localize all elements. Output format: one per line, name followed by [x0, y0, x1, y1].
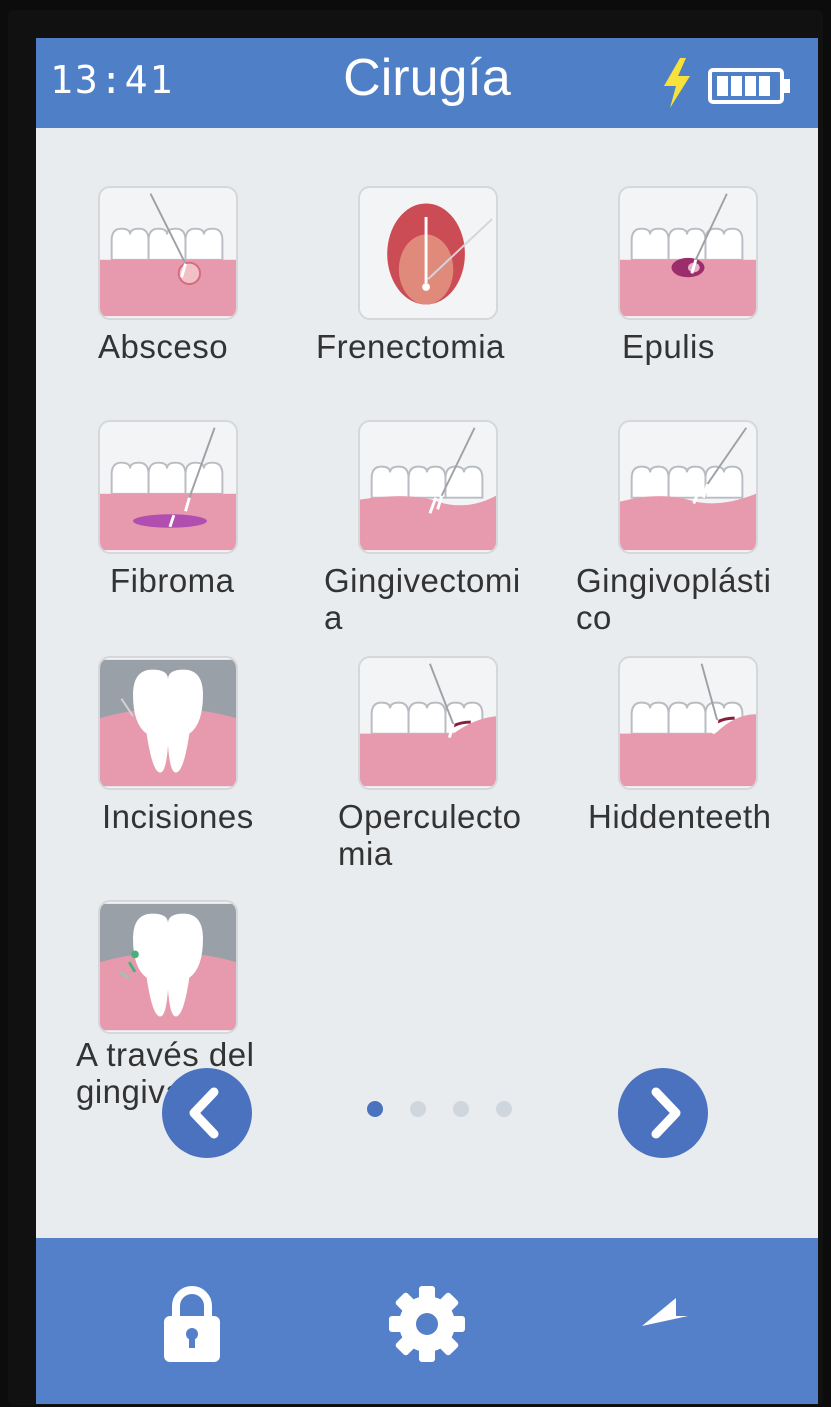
- gingivoplasty-icon: [620, 427, 756, 551]
- procedure-label[interactable]: Epulis: [622, 328, 715, 365]
- procedure-label[interactable]: Gingivectomi a: [324, 562, 521, 636]
- abscess-icon: [100, 193, 236, 317]
- incision-icon: [100, 659, 236, 787]
- procedure-tile-10[interactable]: [98, 900, 238, 1034]
- settings-button[interactable]: [377, 1272, 477, 1372]
- chevron-left-icon: [189, 1087, 219, 1139]
- procedure-tile-4[interactable]: [98, 420, 238, 554]
- back-button[interactable]: [632, 1272, 732, 1372]
- gingivectomy-icon: [360, 427, 496, 551]
- page-dot: [410, 1101, 426, 1117]
- transgingival-icon: [100, 903, 236, 1031]
- frenectomy-icon: [387, 203, 493, 305]
- procedure-label[interactable]: Frenectomia: [316, 328, 505, 365]
- procedure-tile-9[interactable]: [618, 656, 758, 790]
- device-frame: 13:41 Cirugía Absceso Frenectomia Epulis Fi…: [8, 10, 823, 1405]
- procedure-tile-2[interactable]: [358, 186, 498, 320]
- fibroma-icon: [100, 427, 236, 551]
- screen: 13:41 Cirugía Absceso Frenectomia Epulis Fi…: [36, 38, 818, 1404]
- procedure-label[interactable]: Absceso: [98, 328, 228, 365]
- procedure-tile-1[interactable]: [98, 186, 238, 320]
- procedure-label[interactable]: Gingivoplásti co: [576, 562, 771, 636]
- procedure-tile-7[interactable]: [98, 656, 238, 790]
- page-dot: [453, 1101, 469, 1117]
- procedure-label[interactable]: Operculecto mia: [338, 798, 521, 872]
- previous-page-button[interactable]: [162, 1068, 252, 1158]
- bottom-bar: [36, 1238, 818, 1404]
- epulis-icon: [620, 193, 756, 317]
- procedure-tile-5[interactable]: [358, 420, 498, 554]
- chevron-right-icon: [651, 1087, 681, 1139]
- procedure-tile-3[interactable]: [618, 186, 758, 320]
- page-dot-active: [367, 1101, 383, 1117]
- procedure-label[interactable]: Hiddenteeth: [588, 798, 771, 835]
- operculectomy-icon: [360, 663, 496, 787]
- page-dot: [496, 1101, 512, 1117]
- procedure-label[interactable]: Incisiones: [102, 798, 254, 835]
- procedure-tile-8[interactable]: [358, 656, 498, 790]
- lightning-bolt-icon: [664, 58, 690, 108]
- hidden-teeth-icon: [620, 663, 756, 787]
- page-title: Cirugía: [343, 49, 511, 107]
- procedure-label[interactable]: Fibroma: [110, 562, 235, 599]
- lock-icon: [164, 1286, 220, 1362]
- next-page-button[interactable]: [618, 1068, 708, 1158]
- status-bar: 13:41 Cirugía: [36, 38, 818, 128]
- pagination: [36, 1063, 818, 1163]
- procedure-tile-6[interactable]: [618, 420, 758, 554]
- battery-full-icon: [708, 68, 790, 104]
- lock-button[interactable]: [142, 1272, 242, 1372]
- back-arrow-icon: [642, 1298, 688, 1326]
- gear-icon: [389, 1286, 465, 1362]
